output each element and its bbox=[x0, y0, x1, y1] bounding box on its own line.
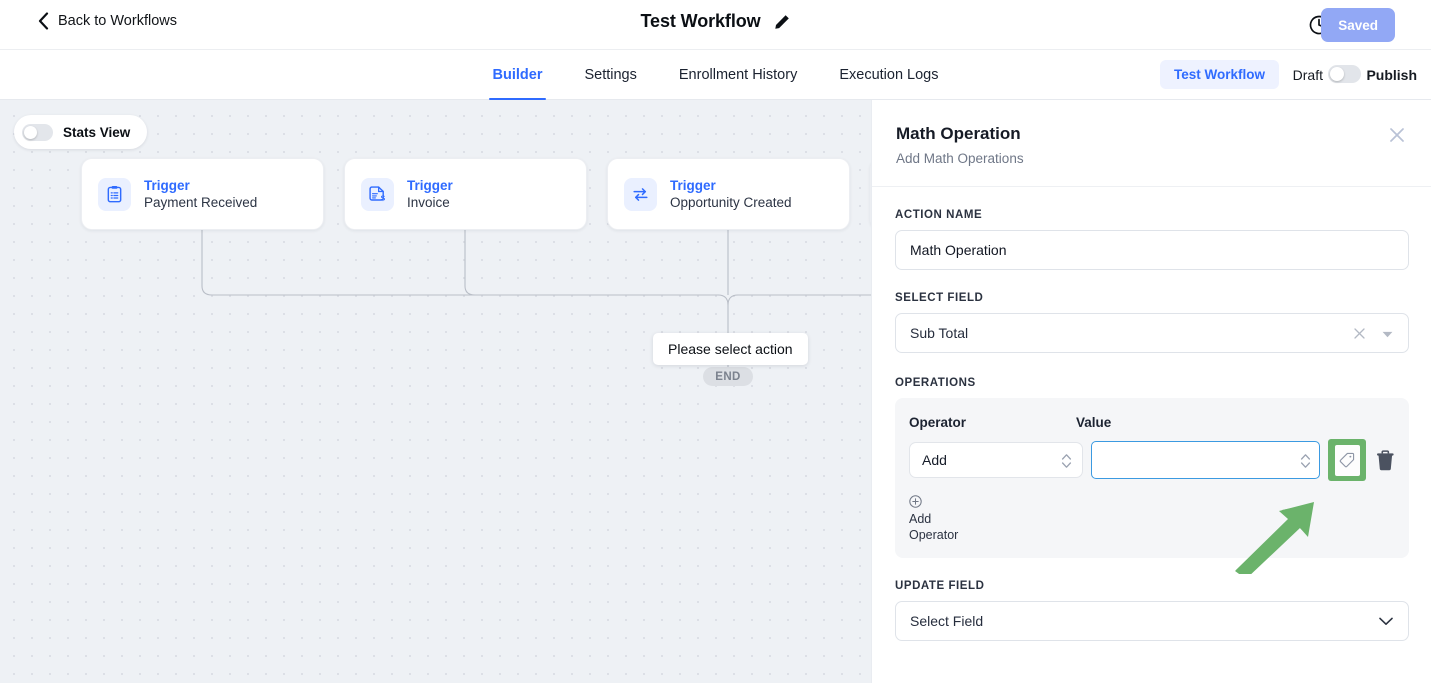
add-operator-line1: Add bbox=[909, 512, 932, 526]
tab-bar: Builder Settings Enrollment History Exec… bbox=[0, 50, 1431, 100]
chevron-down-icon[interactable] bbox=[1379, 617, 1393, 626]
node-card-invoice[interactable]: $ Trigger Invoice bbox=[344, 158, 587, 230]
node-kind-label: Trigger bbox=[670, 178, 716, 193]
page-title: Test Workflow bbox=[640, 11, 761, 31]
node-kind-label: Trigger bbox=[407, 178, 453, 193]
panel-header: Math Operation Add Math Operations bbox=[872, 100, 1431, 187]
node-kind-label: Trigger bbox=[144, 178, 190, 193]
top-header: Back to Workflows Test Workflow Saved bbox=[0, 0, 1431, 50]
update-field-value: Select Field bbox=[910, 613, 984, 629]
action-name-input[interactable] bbox=[895, 230, 1409, 270]
operator-select[interactable]: Add bbox=[909, 442, 1083, 478]
node-name-label: Payment Received bbox=[144, 195, 258, 210]
pencil-icon[interactable] bbox=[773, 13, 791, 31]
node-name-label: Opportunity Created bbox=[670, 195, 792, 210]
end-node-badge: END bbox=[703, 367, 753, 386]
workflow-canvas[interactable]: Stats View Trigger Payment Received $ Tr… bbox=[0, 100, 871, 683]
stats-view-toggle-knob bbox=[24, 125, 37, 139]
publish-toggle[interactable] bbox=[1328, 65, 1361, 83]
select-field-label: SELECT FIELD bbox=[895, 292, 984, 304]
workflow-title-group: Test Workflow bbox=[0, 11, 1431, 32]
panel-title: Math Operation bbox=[896, 124, 1021, 143]
column-header-operator: Operator bbox=[909, 415, 967, 430]
tab-execution-logs[interactable]: Execution Logs bbox=[818, 50, 959, 100]
tab-settings[interactable]: Settings bbox=[563, 50, 657, 100]
trash-icon[interactable] bbox=[1376, 449, 1395, 471]
column-header-value: Value bbox=[1076, 415, 1112, 430]
value-input-wrapper bbox=[1090, 441, 1321, 479]
invoice-document-icon: $ bbox=[361, 177, 394, 211]
action-config-panel: Math Operation Add Math Operations ACTIO… bbox=[871, 100, 1431, 683]
saved-button[interactable]: Saved bbox=[1321, 8, 1395, 42]
clipboard-icon bbox=[98, 177, 131, 211]
stats-view-label: Stats View bbox=[63, 124, 131, 140]
tag-button-highlight bbox=[1328, 439, 1367, 481]
select-field-value: Sub Total bbox=[910, 325, 969, 341]
tag-icon bbox=[1339, 452, 1355, 468]
operation-row: Add bbox=[909, 439, 1395, 481]
select-action-tooltip: Please select action bbox=[653, 333, 808, 365]
add-operator-button[interactable]: Add Operator bbox=[909, 495, 965, 543]
node-text-group: Trigger Opportunity Created bbox=[670, 178, 792, 210]
plus-circle-icon bbox=[909, 495, 922, 508]
close-icon[interactable] bbox=[1387, 125, 1407, 145]
node-text-group: Trigger Payment Received bbox=[144, 178, 257, 210]
update-field-label: UPDATE FIELD bbox=[895, 580, 985, 592]
test-workflow-button[interactable]: Test Workflow bbox=[1159, 60, 1279, 89]
node-card-payment-received[interactable]: Trigger Payment Received bbox=[81, 158, 324, 230]
svg-text:$: $ bbox=[381, 193, 386, 202]
draft-label: Draft bbox=[1292, 66, 1323, 83]
add-operator-line2: Operator bbox=[909, 528, 959, 542]
caret-down-icon[interactable] bbox=[1382, 331, 1393, 338]
node-name-label: Invoice bbox=[407, 195, 450, 210]
action-name-label: ACTION NAME bbox=[895, 209, 983, 221]
node-card-opportunity-created[interactable]: Trigger Opportunity Created bbox=[607, 158, 850, 230]
workflow-builder-app: Back to Workflows Test Workflow Saved Bu… bbox=[0, 0, 1431, 683]
stepper-icon[interactable] bbox=[1061, 452, 1072, 470]
tab-builder[interactable]: Builder bbox=[472, 50, 564, 100]
operations-label: OPERATIONS bbox=[895, 377, 976, 389]
operator-select-value: Add bbox=[922, 452, 947, 468]
operations-header-row: Operator Value bbox=[909, 415, 1395, 430]
select-field-dropdown[interactable]: Sub Total bbox=[895, 313, 1409, 353]
panel-subtitle: Add Math Operations bbox=[896, 151, 1024, 166]
swap-arrows-icon bbox=[624, 177, 657, 211]
value-input[interactable] bbox=[1091, 442, 1320, 478]
publish-label: Publish bbox=[1366, 66, 1417, 83]
clear-x-icon[interactable] bbox=[1353, 327, 1366, 340]
publish-toggle-knob bbox=[1330, 67, 1344, 81]
stats-view-toggle[interactable] bbox=[22, 123, 53, 141]
panel-body: ACTION NAME SELECT FIELD Sub Total OPERA… bbox=[872, 187, 1431, 641]
value-stepper-icon[interactable] bbox=[1300, 452, 1311, 470]
stats-view-toggle-pill[interactable]: Stats View bbox=[14, 115, 148, 149]
operations-box: Operator Value Add Add Operator bbox=[895, 398, 1409, 558]
tab-enrollment-history[interactable]: Enrollment History bbox=[658, 50, 818, 100]
update-field-dropdown[interactable]: Select Field bbox=[895, 601, 1409, 641]
node-text-group: Trigger Invoice bbox=[407, 178, 453, 210]
tag-button[interactable] bbox=[1334, 444, 1360, 476]
